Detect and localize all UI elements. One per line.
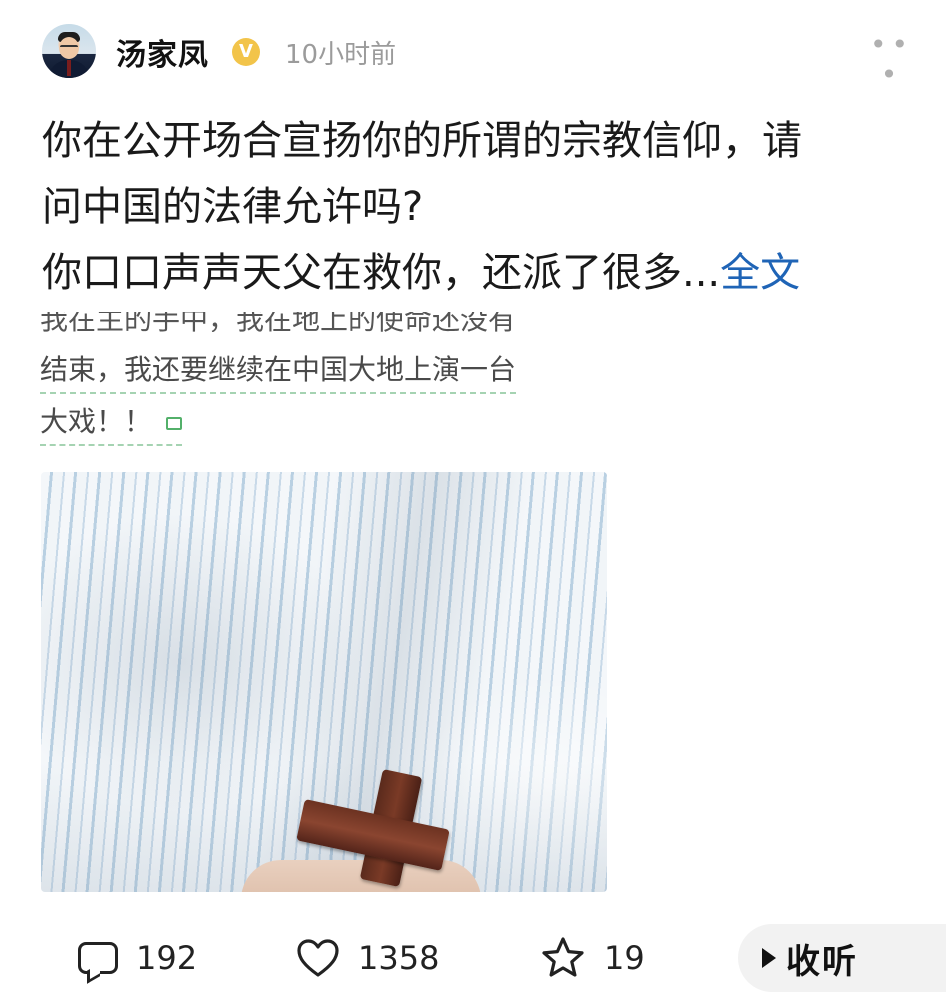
- comment-count: 192: [136, 939, 198, 977]
- annotation-icon: [166, 416, 183, 430]
- post-header: 汤家凤 V 10小时前 • • •: [42, 24, 908, 90]
- star-icon: [542, 937, 584, 977]
- embedded-text-screenshot: 我在主的手中，我在地上的使命还没有 结束，我还要继续在中国大地上演一台 大戏！！: [38, 312, 618, 447]
- verified-badge-icon: V: [232, 38, 260, 66]
- action-bar: 192 1358 19 收听: [0, 920, 946, 996]
- avatar[interactable]: [42, 24, 96, 78]
- post-photo[interactable]: [41, 472, 607, 892]
- post-text-truncated: 你口口声声天父在救你，还派了很多...: [42, 250, 721, 296]
- post-time: 10小时前: [285, 40, 397, 70]
- play-icon: [762, 948, 776, 968]
- read-more-link[interactable]: 全文: [720, 250, 800, 296]
- post-text-line: 问中国的法律允许吗?: [42, 184, 424, 230]
- listen-button[interactable]: 收听: [738, 924, 946, 992]
- listen-label: 收听: [786, 941, 858, 982]
- snippet-cut-line: 我在主的手中，我在地上的使命还没有: [40, 312, 605, 332]
- heart-icon: [297, 939, 339, 977]
- comment-icon: [78, 942, 118, 974]
- favorite-count: 19: [604, 939, 645, 977]
- author-name[interactable]: 汤家凤: [116, 30, 209, 74]
- post-body: 你在公开场合宣扬你的所谓的宗教信仰，请 问中国的法律允许吗? 你口口声声天父在救…: [42, 108, 906, 306]
- more-options-icon[interactable]: • • •: [870, 30, 908, 90]
- like-button[interactable]: 1358: [296, 934, 439, 982]
- like-count: 1358: [358, 939, 440, 977]
- favorite-button[interactable]: 19: [540, 934, 645, 982]
- post-text-line: 你在公开场合宣扬你的所谓的宗教信仰，请: [42, 118, 802, 164]
- comment-button[interactable]: 192: [78, 934, 197, 982]
- snippet-line: 大戏！！: [40, 400, 183, 446]
- post-text-line: 你口口声声天父在救你，还派了很多...全文: [42, 240, 906, 306]
- snippet-line: 结束，我还要继续在中国大地上演一台: [40, 348, 517, 394]
